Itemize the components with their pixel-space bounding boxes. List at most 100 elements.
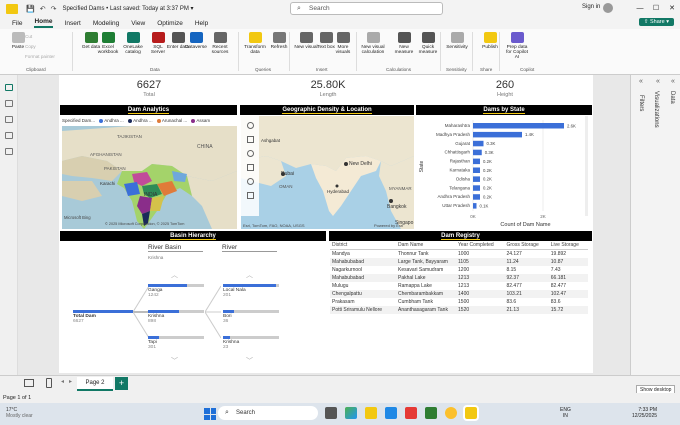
task-view-icon[interactable]	[325, 407, 337, 419]
add-page-button[interactable]: +	[115, 377, 128, 390]
ribbon-publish-button[interactable]: Publish	[478, 32, 502, 50]
redo-icon[interactable]: ↷	[51, 5, 57, 13]
ribbon-paste-button[interactable]: Paste	[6, 32, 30, 50]
store-icon[interactable]	[385, 407, 397, 419]
column-header[interactable]: Gross Storage	[504, 241, 549, 250]
menu-insert[interactable]: Insert	[65, 20, 81, 27]
ribbon-sensitivity-button[interactable]: Sensitivity	[445, 32, 469, 50]
menu-modeling[interactable]: Modeling	[93, 20, 119, 27]
scroll-up-icon[interactable]: ︿	[246, 270, 253, 280]
kpi-total[interactable]: 6627 Total	[59, 79, 239, 98]
sign-in-link[interactable]: Sign in	[582, 4, 600, 10]
column-header[interactable]: District	[330, 241, 397, 250]
scroll-down-icon[interactable]: ﹀	[171, 356, 178, 366]
share-button[interactable]: ⇧ Share ▾	[638, 18, 674, 26]
file-explorer-icon[interactable]	[365, 407, 377, 419]
next-page-icon[interactable]: ▸	[69, 378, 72, 385]
table-row[interactable]: Nagarkurnool Kesavari Samudram 1200 8.15 7.4…	[330, 266, 588, 274]
dax-query-icon[interactable]	[4, 132, 13, 139]
table-row[interactable]: Mahabubabad Large Tank, Bayyaram 1105 11.24…	[330, 258, 588, 266]
layers-icon[interactable]	[246, 164, 254, 171]
ribbon-quick-measure-button[interactable]: Quick measure	[416, 32, 440, 55]
dams-by-state-chart[interactable]: 0K 2K Maharashtra 2.6K Madhya Pradesh 1.4K Guj…	[417, 116, 592, 230]
hierarchy-node[interactable]: Ganga 1242	[148, 284, 204, 298]
tmdl-view-icon[interactable]	[4, 148, 13, 155]
undo-icon[interactable]: ↶	[40, 5, 46, 13]
scroll-down-icon[interactable]: ﹀	[246, 356, 253, 366]
minimize-icon[interactable]: —	[632, 0, 648, 17]
column-header[interactable]: Live Storage	[548, 241, 588, 250]
menu-file[interactable]: File	[12, 20, 22, 27]
hierarchy-node[interactable]: Krishna 23	[223, 336, 279, 350]
chrome-icon[interactable]	[445, 407, 457, 419]
ribbon-more-visuals-button[interactable]: More visuals	[331, 32, 355, 55]
river-slicer[interactable]: River	[222, 244, 277, 252]
ribbon-onelake-catalog-button[interactable]: OneLake catalog	[121, 32, 145, 55]
ribbon-prep-data-for-copilot-ai-button[interactable]: Prep data for Copilot AI	[505, 32, 529, 60]
excel-icon[interactable]	[425, 407, 437, 419]
visualizations-pane-tab[interactable]: Visualizations	[653, 91, 659, 128]
ribbon-new-visual-calculation-button[interactable]: New visual calculation	[361, 32, 385, 55]
save-icon[interactable]: 💾	[26, 5, 35, 13]
hierarchy-root[interactable]: Total Dam 6627	[73, 310, 133, 324]
bar[interactable]	[473, 203, 477, 209]
table-row[interactable]: Prakasam Cumbham Tank 1500 83.6 83.6	[330, 298, 588, 306]
locate-icon[interactable]	[246, 178, 254, 185]
mobile-view-icon[interactable]	[46, 378, 52, 388]
language-indicator[interactable]: ENG IN	[560, 407, 571, 419]
table-view-icon[interactable]	[4, 100, 13, 107]
maximize-icon[interactable]: ☐	[648, 0, 664, 17]
table-row[interactable]: Mahabubabad Pakhal Lake 1213 92.37 66.181	[330, 274, 588, 282]
avatar[interactable]	[603, 3, 613, 13]
ribbon-recent-sources-button[interactable]: Recent sources	[208, 32, 232, 55]
collapse-visualizations-icon[interactable]: «	[656, 78, 660, 85]
scrollbar[interactable]	[585, 116, 588, 216]
filters-pane-tab[interactable]: Filters	[638, 95, 644, 111]
menu-view[interactable]: View	[131, 20, 145, 27]
report-view-icon[interactable]	[4, 84, 13, 91]
collapse-filters-icon[interactable]: «	[639, 78, 643, 85]
bar[interactable]	[473, 123, 564, 129]
zoom-out-icon[interactable]	[246, 150, 254, 157]
bar[interactable]	[473, 158, 480, 165]
bar[interactable]	[473, 176, 480, 182]
home-icon[interactable]	[246, 192, 254, 199]
scroll-up-icon[interactable]: ︿	[171, 270, 178, 280]
windows-start-icon[interactable]	[204, 408, 216, 420]
geographic-map[interactable]: Ashgabat New Delhi Dubai OMAN Hyderabad …	[241, 116, 414, 229]
close-icon[interactable]: ✕	[664, 0, 680, 17]
menu-home[interactable]: Home	[34, 18, 53, 28]
dam-registry-table[interactable]: District Dam Name Year Completed Gross Stor…	[330, 241, 588, 314]
bar[interactable]	[473, 131, 522, 138]
clock[interactable]: 7:33 PM 12/25/2025	[632, 407, 657, 419]
hierarchy-node[interactable]: Local Nala 201	[223, 284, 279, 298]
table-row[interactable]: Potti Sriramulu Nellore Ananthasagaram Ta…	[330, 306, 588, 314]
powerbi-taskbar-icon[interactable]	[463, 405, 479, 421]
model-view-icon[interactable]	[4, 116, 13, 123]
bar[interactable]	[473, 140, 484, 147]
table-row[interactable]: Mandya Thonnur Tank 1000 24.127 19.892	[330, 250, 588, 259]
page-tab[interactable]: Page 2	[77, 377, 113, 391]
weather-widget[interactable]: 17°C Mostly clear	[6, 407, 33, 419]
ribbon-transform-data-button[interactable]: Transform data	[243, 32, 267, 55]
menu-optimize[interactable]: Optimize	[157, 20, 183, 27]
kpi-height[interactable]: 260 Height	[417, 79, 593, 98]
format-painter-button[interactable]: Format painter	[25, 54, 55, 59]
bar[interactable]	[473, 194, 480, 200]
column-header[interactable]: Dam Name	[396, 241, 457, 250]
prev-page-icon[interactable]: ◂	[61, 378, 64, 385]
menu-help[interactable]: Help	[195, 20, 208, 27]
collapse-data-icon[interactable]: «	[671, 78, 675, 85]
table-row[interactable]: Chengalpattu Chembarambakkam 1400 103.21 102…	[330, 290, 588, 298]
data-pane-tab[interactable]: Data	[669, 91, 675, 104]
hierarchy-node[interactable]: Krishna 898	[148, 310, 204, 324]
office-icon[interactable]	[405, 407, 417, 419]
ribbon-refresh-button[interactable]: Refresh	[267, 32, 291, 50]
bar[interactable]	[473, 167, 480, 174]
hierarchy-node[interactable]: Bori 36	[223, 310, 279, 324]
bar[interactable]	[473, 149, 482, 156]
river-basin-slicer[interactable]: River Basin	[148, 244, 203, 252]
search-box[interactable]: ⌕ Search	[290, 2, 443, 15]
table-row[interactable]: Mulugu Ramappa Lake 1213 82.477 82.477	[330, 282, 588, 290]
ribbon-new-measure-button[interactable]: New measure	[392, 32, 416, 55]
